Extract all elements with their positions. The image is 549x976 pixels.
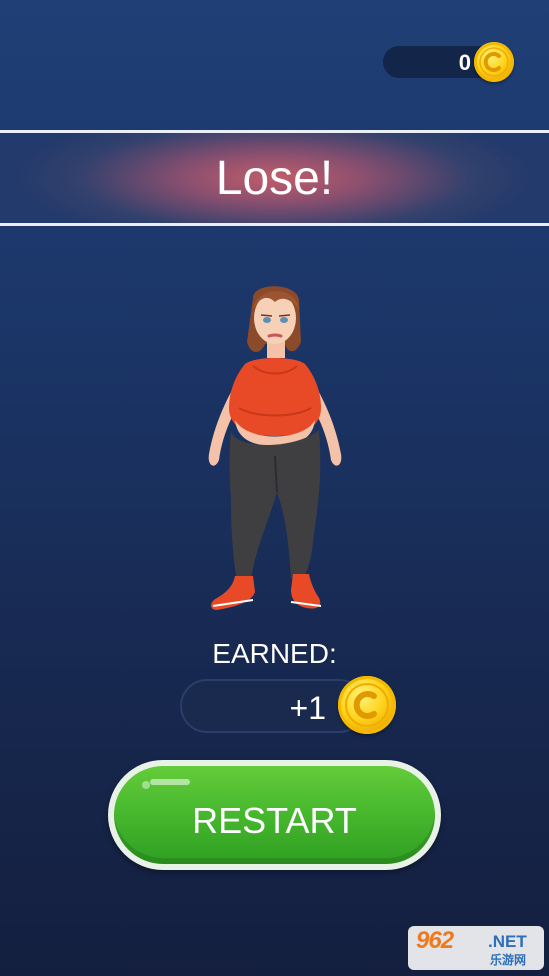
result-banner: Lose! bbox=[0, 130, 549, 226]
gold-coin-icon bbox=[338, 676, 396, 734]
character-figure bbox=[208, 286, 342, 610]
restart-button-face[interactable]: RESTART bbox=[114, 766, 435, 864]
gold-coin-icon bbox=[474, 42, 514, 82]
button-shine bbox=[150, 779, 190, 785]
earned-label: EARNED: bbox=[212, 638, 337, 669]
watermark-net: .NET bbox=[488, 932, 527, 951]
restart-label: RESTART bbox=[192, 800, 357, 841]
restart-button[interactable]: RESTART bbox=[108, 760, 441, 870]
coin-count: 0 bbox=[458, 50, 471, 75]
watermark-sub: 乐游网 bbox=[490, 953, 527, 967]
site-watermark-logo: 962 .NET 乐游网 bbox=[408, 926, 544, 970]
watermark-main: 962 bbox=[416, 927, 454, 954]
earned-amount: +1 bbox=[289, 690, 326, 726]
button-shine bbox=[142, 781, 150, 789]
result-title: Lose! bbox=[215, 152, 334, 205]
